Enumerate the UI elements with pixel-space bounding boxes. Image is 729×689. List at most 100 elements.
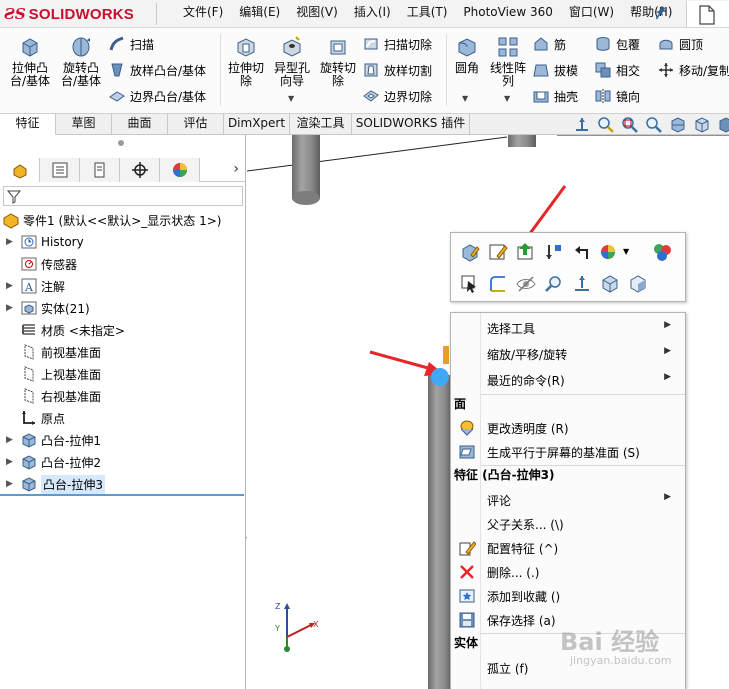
orange-handle-icon[interactable] bbox=[443, 346, 449, 364]
sweep-cut-button[interactable]: 扫描切除 bbox=[362, 34, 432, 54]
rib-button[interactable]: 筋 bbox=[532, 34, 566, 54]
panel-grip[interactable] bbox=[118, 140, 124, 146]
menu-item-configure-feature[interactable]: 配置特征 (^) bbox=[451, 536, 685, 560]
tree-item-history[interactable]: ▶ History bbox=[0, 231, 246, 253]
menu-item-recent-commands[interactable]: 最近的命令(R) ▶ bbox=[451, 368, 685, 392]
select-other-icon[interactable] bbox=[459, 273, 481, 295]
menu-item-selection-tools[interactable]: 选择工具 ▶ bbox=[451, 316, 685, 340]
tree-item-annotations[interactable]: ▶ A 注解 bbox=[0, 275, 246, 297]
tree-item-boss-extrude2[interactable]: ▶ 凸台-拉伸2 bbox=[0, 451, 246, 473]
view-cube-icon[interactable] bbox=[627, 273, 649, 295]
tree-item-right-plane[interactable]: 右视基准面 bbox=[0, 385, 246, 407]
property-manager-tab[interactable] bbox=[40, 158, 80, 182]
fillet-button[interactable]: 圆角 bbox=[450, 34, 484, 75]
loft-cut-button[interactable]: 放样切割 bbox=[362, 60, 432, 80]
menu-photoview[interactable]: PhotoView 360 bbox=[455, 0, 560, 26]
hole-wizard-button[interactable]: 异型孔 向导 bbox=[270, 34, 314, 88]
hide-icon[interactable] bbox=[515, 273, 537, 295]
move-copy-button[interactable]: 移动/复制 bbox=[657, 60, 729, 80]
cylinder-body[interactable] bbox=[292, 135, 320, 199]
menu-item-delete[interactable]: 删除... (.) bbox=[451, 560, 685, 584]
expand-icon[interactable]: ▶ bbox=[6, 303, 16, 313]
tree-item-material[interactable]: 材质 <未指定> bbox=[0, 319, 246, 341]
suppress-icon[interactable] bbox=[515, 241, 537, 263]
menu-item-zoom-pan-rotate[interactable]: 缩放/平移/旋转 ▶ bbox=[451, 342, 685, 366]
menu-item-plane-parallel-to-screen[interactable]: 生成平行于屏幕的基准面 (S) bbox=[451, 440, 685, 464]
loft-boss-button[interactable]: 放样凸台/基体 bbox=[108, 60, 206, 80]
hole-wizard-dropdown-icon[interactable]: ▼ bbox=[288, 94, 294, 103]
linear-pattern-button[interactable]: 线性阵 列 bbox=[486, 34, 530, 88]
cylinder-body[interactable] bbox=[508, 135, 536, 147]
appearance-dropdown-icon[interactable]: ▼ bbox=[623, 247, 629, 256]
feature-tree-filter-input[interactable] bbox=[3, 186, 243, 206]
menu-tools[interactable]: 工具(T) bbox=[399, 0, 456, 26]
fillet-dropdown-icon[interactable]: ▼ bbox=[462, 94, 468, 103]
extrude-boss-button[interactable]: 拉伸凸 台/基体 bbox=[8, 34, 52, 88]
undo-arrow-icon[interactable] bbox=[571, 241, 593, 263]
scene-icon[interactable] bbox=[651, 241, 673, 263]
zoom-to-selection-icon[interactable] bbox=[543, 273, 565, 295]
revolve-cut-button[interactable]: 旋转切 除 bbox=[316, 34, 360, 88]
menu-insert[interactable]: 插入(I) bbox=[346, 0, 399, 26]
normal-to-icon[interactable] bbox=[571, 273, 593, 295]
tab-surfaces[interactable]: 曲面 bbox=[112, 114, 168, 135]
panel-more-chevron-icon[interactable]: › bbox=[233, 161, 239, 177]
menu-edit[interactable]: 编辑(E) bbox=[231, 0, 288, 26]
tab-evaluate[interactable]: 评估 bbox=[168, 114, 224, 135]
appearance-icon[interactable] bbox=[599, 241, 621, 263]
menu-item-add-to-favorites[interactable]: 添加到收藏 () bbox=[451, 584, 685, 608]
tree-item-top-plane[interactable]: 上视基准面 bbox=[0, 363, 246, 385]
menu-item-comment[interactable]: 评论 ▶ bbox=[451, 488, 685, 512]
boundary-cut-button[interactable]: 边界切除 bbox=[362, 86, 432, 106]
dome-button[interactable]: 圆顶 bbox=[657, 34, 703, 54]
pattern-dropdown-icon[interactable]: ▼ bbox=[504, 94, 510, 103]
sketch-icon[interactable] bbox=[487, 273, 509, 295]
menu-view[interactable]: 视图(V) bbox=[288, 0, 346, 26]
tree-item-origin[interactable]: 原点 bbox=[0, 407, 246, 429]
tab-render-tools[interactable]: 渲染工具 bbox=[290, 114, 352, 135]
solidworks-logo[interactable]: ƧS SOLIDWORKS bbox=[4, 2, 134, 26]
expand-icon[interactable]: ▶ bbox=[6, 435, 16, 445]
boundary-boss-button[interactable]: 边界凸台/基体 bbox=[108, 86, 206, 106]
dimxpert-manager-tab[interactable] bbox=[120, 158, 160, 182]
menu-file[interactable]: 文件(F) bbox=[175, 0, 231, 26]
menu-window[interactable]: 窗口(W) bbox=[561, 0, 622, 26]
expand-icon[interactable]: ▶ bbox=[6, 237, 16, 247]
zoom-to-fit-icon[interactable] bbox=[596, 115, 616, 135]
expand-icon[interactable]: ▶ bbox=[6, 281, 16, 291]
mirror-button[interactable]: 镜向 bbox=[594, 86, 640, 106]
zoom-to-area-icon[interactable] bbox=[620, 115, 640, 135]
tab-dimxpert[interactable]: DimXpert bbox=[224, 114, 290, 135]
display-manager-tab[interactable] bbox=[160, 158, 200, 182]
menu-item-change-transparency[interactable]: 更改透明度 (R) bbox=[451, 416, 685, 440]
tab-solidworks-addins[interactable]: SOLIDWORKS 插件 bbox=[352, 114, 470, 135]
shell-button[interactable]: 抽壳 bbox=[532, 86, 578, 106]
menu-item-parent-child[interactable]: 父子关系... (\) bbox=[451, 512, 685, 536]
view-orientation-icon[interactable] bbox=[692, 115, 712, 135]
extrude-cut-button[interactable]: 拉伸切 除 bbox=[224, 34, 268, 88]
section-view-icon[interactable] bbox=[668, 115, 688, 135]
intersect-button[interactable]: 相交 bbox=[594, 60, 640, 80]
new-document-button[interactable] bbox=[686, 1, 729, 27]
tree-item-sensors[interactable]: 传感器 bbox=[0, 253, 246, 275]
configuration-manager-tab[interactable] bbox=[80, 158, 120, 182]
normal-to-icon[interactable] bbox=[572, 115, 592, 135]
edit-sketch-icon[interactable] bbox=[487, 241, 509, 263]
feature-manager-tab[interactable] bbox=[0, 158, 40, 182]
edit-feature-icon[interactable] bbox=[459, 241, 481, 263]
sweep-button[interactable]: 扫描 bbox=[108, 34, 154, 54]
selected-cylinder-body[interactable] bbox=[428, 375, 452, 689]
tree-root-part[interactable]: 零件1 (默认<<默认>_显示状态 1>) bbox=[0, 209, 246, 231]
expand-icon[interactable]: ▶ bbox=[6, 457, 16, 467]
tree-item-solid-bodies[interactable]: ▶ 实体(21) bbox=[0, 297, 246, 319]
rollback-icon[interactable] bbox=[543, 241, 565, 263]
tree-item-front-plane[interactable]: 前视基准面 bbox=[0, 341, 246, 363]
revolve-boss-button[interactable]: 旋转凸 台/基体 bbox=[58, 34, 104, 88]
display-style-icon[interactable] bbox=[716, 115, 729, 135]
draft-button[interactable]: 拔模 bbox=[532, 60, 578, 80]
previous-view-icon[interactable] bbox=[644, 115, 664, 135]
tab-sketch[interactable]: 草图 bbox=[56, 114, 112, 135]
tab-features[interactable]: 特征 bbox=[0, 114, 56, 135]
expand-icon[interactable]: ▶ bbox=[6, 479, 16, 489]
isometric-view-icon[interactable] bbox=[599, 273, 621, 295]
